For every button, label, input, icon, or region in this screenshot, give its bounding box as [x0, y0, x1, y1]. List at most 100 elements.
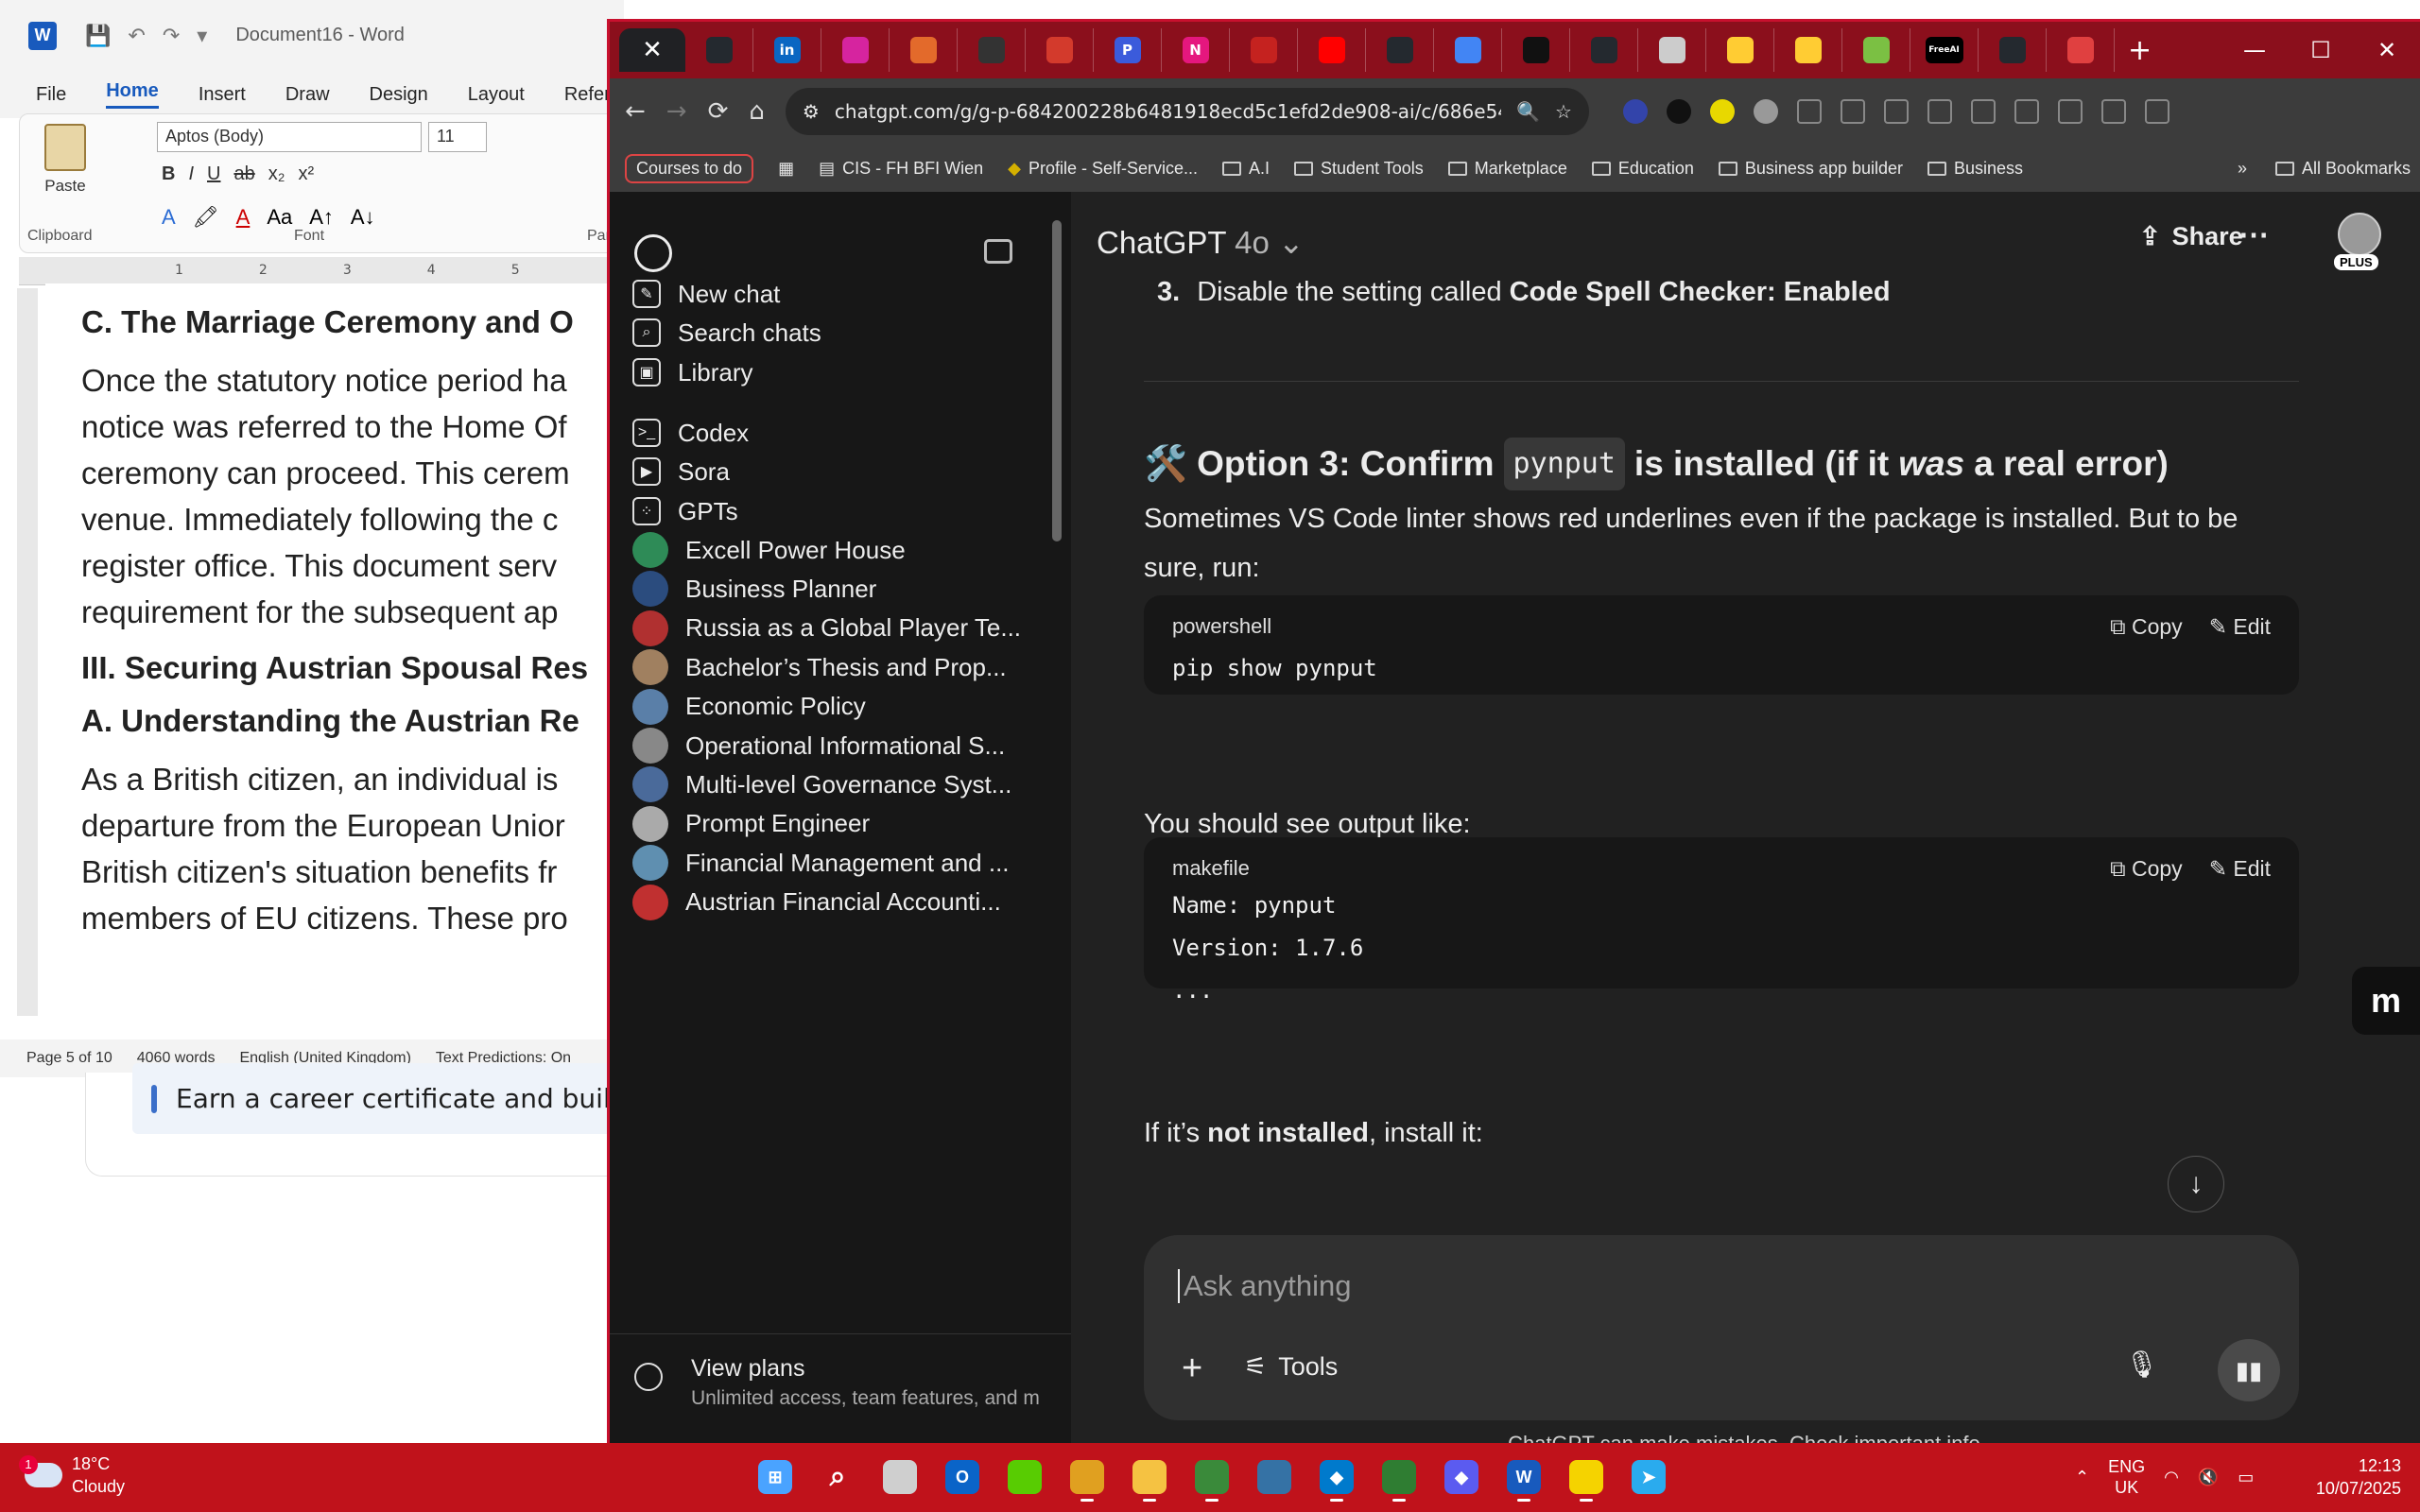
shrink-font-button[interactable]: A↓	[351, 205, 375, 230]
text-effects-button[interactable]: A	[162, 205, 176, 230]
new-tab-button[interactable]: +	[2128, 34, 2152, 67]
floating-extension-button[interactable]: m	[2352, 967, 2420, 1035]
bookmark-folder-marketplace[interactable]: Marketplace	[1447, 159, 1567, 179]
reload-button[interactable]: ⟳	[708, 97, 729, 126]
close-window-button[interactable]: ✕	[2354, 22, 2420, 78]
taskbar-app-chrome-2[interactable]	[1375, 1451, 1423, 1503]
taskbar-app-python[interactable]	[1251, 1451, 1298, 1503]
extension-icon[interactable]	[1666, 99, 1691, 124]
bookmark-folder-business[interactable]: Business	[1927, 159, 2023, 179]
subscript-button[interactable]: x₂	[268, 163, 285, 185]
taskbar-app-task-view[interactable]	[876, 1451, 924, 1503]
undo-icon[interactable]: ↶	[128, 24, 145, 48]
browser-tab[interactable]	[1979, 28, 2047, 72]
add-attachment-button[interactable]: +	[1182, 1349, 1202, 1389]
browser-tab[interactable]	[2047, 28, 2115, 72]
edit-button[interactable]: ✎ Edit	[2209, 854, 2271, 883]
bookmark-folder-student-tools[interactable]: Student Tools	[1294, 159, 1424, 179]
extension-icon[interactable]	[1970, 99, 1996, 124]
highlight-button[interactable]: 🖍	[193, 205, 219, 230]
extension-icon[interactable]	[1753, 99, 1778, 124]
more-options-icon[interactable]: ⋯	[2238, 216, 2269, 252]
browser-tab[interactable]	[890, 28, 958, 72]
minimize-button[interactable]: —	[2221, 22, 2288, 78]
taskbar-app-search[interactable]: ⌕	[814, 1451, 861, 1503]
address-bar[interactable]: ⚙ chatgpt.com/g/g-p-684200228b6481918ecd…	[785, 88, 1589, 135]
taskbar-app-app[interactable]: ◆	[1438, 1451, 1485, 1503]
extension-icon[interactable]	[1840, 99, 1865, 124]
browser-tab[interactable]	[1298, 28, 1366, 72]
close-icon[interactable]: ✕	[642, 36, 663, 64]
tools-button[interactable]: ⚟ Tools	[1244, 1352, 1338, 1382]
browser-tab[interactable]	[1026, 28, 1094, 72]
apps-grid-icon[interactable]: ▦	[778, 159, 794, 179]
home-button[interactable]: ⌂	[749, 97, 765, 126]
superscript-button[interactable]: x²	[298, 163, 314, 185]
copy-button[interactable]: ⧉ Copy	[2110, 854, 2183, 883]
voice-mode-button[interactable]: ▮▮	[2218, 1339, 2280, 1401]
maximize-button[interactable]: ☐	[2288, 22, 2354, 78]
share-button[interactable]: ⇪ Share	[2139, 222, 2243, 251]
extension-icon[interactable]	[1622, 99, 1648, 124]
view-plans-button[interactable]: View plans Unlimited access, team featur…	[610, 1333, 1071, 1428]
bookmark-folder-education[interactable]: Education	[1591, 159, 1694, 179]
browser-tab[interactable]	[1842, 28, 1910, 72]
taskbar-app-duolingo[interactable]	[1001, 1451, 1048, 1503]
extension-icon[interactable]	[2144, 99, 2169, 124]
page-count[interactable]: Page 5 of 10	[26, 1050, 112, 1067]
browser-tab[interactable]	[1638, 28, 1706, 72]
font-color-button[interactable]: A	[236, 205, 251, 230]
redo-icon[interactable]: ↷	[163, 24, 180, 48]
browser-tab[interactable]: in	[753, 28, 821, 72]
italic-button[interactable]: I	[188, 163, 194, 185]
taskbar-app-outlook[interactable]: O	[939, 1451, 986, 1503]
edit-button[interactable]: ✎ Edit	[2209, 612, 2271, 641]
taskbar-app-start[interactable]: ⊞	[752, 1451, 799, 1503]
browser-tab[interactable]	[1706, 28, 1774, 72]
taskbar-app-telegram[interactable]: ➤	[1625, 1451, 1672, 1503]
more-bookmarks-button[interactable]: »	[2238, 159, 2247, 179]
bookmark-star-icon[interactable]: ☆	[1555, 100, 1572, 123]
font-size-select[interactable]: 11	[428, 122, 487, 152]
menu-home[interactable]: Home	[106, 80, 159, 109]
browser-tab[interactable]	[1230, 28, 1298, 72]
prompt-input[interactable]: Ask anything	[1178, 1269, 1352, 1303]
taskbar-app-chrome[interactable]	[1063, 1451, 1111, 1503]
language-indicator[interactable]: ENG UK	[2108, 1456, 2145, 1498]
browser-tab[interactable]	[821, 28, 890, 72]
copy-button[interactable]: ⧉ Copy	[2110, 612, 2183, 641]
menu-insert[interactable]: Insert	[199, 84, 246, 106]
menu-file[interactable]: File	[36, 84, 66, 106]
all-bookmarks-button[interactable]: All Bookmarks	[2274, 159, 2411, 179]
weather-widget[interactable]: 1 18°C Cloudy	[19, 1452, 125, 1498]
extension-icon[interactable]	[2014, 99, 2039, 124]
battery-icon[interactable]: ▭	[2238, 1468, 2254, 1487]
menu-draw[interactable]: Draw	[285, 84, 330, 106]
browser-tab[interactable]: N	[1162, 28, 1230, 72]
bookmark-cis[interactable]: ▤ CIS - FH BFI Wien	[819, 159, 983, 179]
taskbar-app-file-explorer[interactable]	[1126, 1451, 1173, 1503]
taskbar-app-chrome-profile[interactable]	[1188, 1451, 1236, 1503]
bookmark-folder-business-app-builder[interactable]: Business app builder	[1718, 159, 1903, 179]
extension-icon[interactable]	[1927, 99, 1952, 124]
sidebar-toggle-icon[interactable]	[984, 239, 1012, 264]
menu-layout[interactable]: Layout	[468, 84, 525, 106]
document-page[interactable]: C. The Marriage Ceremony and O Once the …	[45, 284, 624, 1021]
browser-tab[interactable]	[958, 28, 1026, 72]
taskbar-app-app-yellow[interactable]	[1563, 1451, 1610, 1503]
sidebar-item-library[interactable]: ▣ Library	[632, 348, 1048, 397]
career-certificate-banner[interactable]: Earn a career certificate and build	[132, 1063, 624, 1134]
extension-icon[interactable]	[1796, 99, 1822, 124]
scroll-down-button[interactable]: ↓	[2168, 1156, 2224, 1212]
chevron-up-icon[interactable]: ⌃	[2075, 1468, 2089, 1487]
browser-tab[interactable]	[1366, 28, 1434, 72]
sidebar-scrollbar[interactable]	[1052, 220, 1062, 541]
taskbar-app-vscode[interactable]: ◆	[1313, 1451, 1360, 1503]
clock[interactable]: 12:13 10/07/2025	[2288, 1454, 2401, 1500]
wifi-icon[interactable]: ◠	[2164, 1468, 2179, 1487]
taskbar-app-word[interactable]: W	[1500, 1451, 1547, 1503]
paste-button[interactable]: Paste	[37, 124, 94, 196]
bookmark-courses-to-do[interactable]: Courses to do	[625, 153, 754, 183]
menu-design[interactable]: Design	[370, 84, 428, 106]
strikethrough-button[interactable]: ab	[233, 163, 254, 185]
